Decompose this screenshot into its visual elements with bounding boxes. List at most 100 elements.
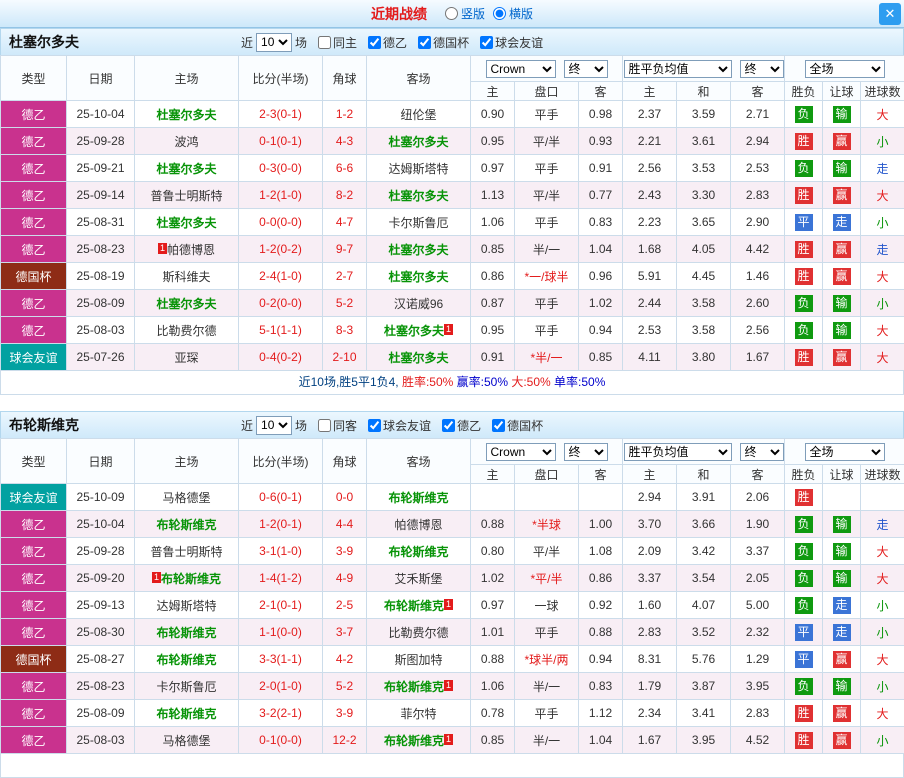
handicap-cell: *半/一 xyxy=(515,344,579,371)
home-team-cell: 布轮斯维克 xyxy=(135,646,239,673)
scope-select[interactable]: 全场 xyxy=(805,60,885,78)
away-team-cell: 杜塞尔多夫 xyxy=(367,182,471,209)
corner-cell: 3-9 xyxy=(323,538,367,565)
euro-final-select[interactable]: 终 xyxy=(740,60,784,78)
same-venue-checkbox[interactable] xyxy=(318,36,331,49)
asian-away-odds-cell: 1.04 xyxy=(579,727,623,754)
handicap-cell: *平/半 xyxy=(515,565,579,592)
goals-result-cell: 走 xyxy=(861,511,904,538)
euro-away-odds-cell: 3.95 xyxy=(731,673,785,700)
euro-draw-odds-cell: 4.05 xyxy=(677,236,731,263)
bookmaker-select[interactable]: Crown xyxy=(486,60,556,78)
layout-vertical-radio[interactable] xyxy=(445,7,458,20)
handicap-result-cell-chip: 输 xyxy=(833,570,851,587)
layout-vertical-option[interactable]: 竖版 xyxy=(445,5,485,22)
date-cell: 25-09-28 xyxy=(67,128,135,155)
handicap-result-cell: 输 xyxy=(823,538,861,565)
league-filter-checkbox[interactable] xyxy=(368,36,381,49)
goals-result-cell: 大 xyxy=(861,317,904,344)
league-filter-option[interactable]: 德乙 xyxy=(368,34,407,51)
away-team-cell: 帕德博恩 xyxy=(367,511,471,538)
euro-home-odds-cell: 2.37 xyxy=(623,101,677,128)
league-filter-option[interactable]: 球会友谊 xyxy=(480,34,543,51)
team-name-text: 帕德博恩 xyxy=(167,243,215,257)
date-cell: 25-08-23 xyxy=(67,673,135,700)
handicap-cell: 平/半 xyxy=(515,128,579,155)
scope-header: 全场 xyxy=(785,439,904,465)
euro-avg-select[interactable]: 胜平负均值 xyxy=(624,60,732,78)
team-name-text: 比勒费尔德 xyxy=(156,324,216,338)
same-venue-checkbox[interactable] xyxy=(318,419,331,432)
wdl-result-cell: 负 xyxy=(785,290,823,317)
league-filter-option[interactable]: 球会友谊 xyxy=(368,417,431,434)
wdl-result-cell-chip: 负 xyxy=(795,322,813,339)
col-header-handicap-result: 让球 xyxy=(823,82,861,101)
league-filter-checkbox[interactable] xyxy=(418,36,431,49)
euro-away-odds-cell: 1.67 xyxy=(731,344,785,371)
home-team-cell: 普鲁士明斯特 xyxy=(135,538,239,565)
col-header-euro-away: 客 xyxy=(731,465,785,484)
date-cell: 25-08-19 xyxy=(67,263,135,290)
league-filter-option[interactable]: 德国杯 xyxy=(418,34,469,51)
team-name-text: 布轮斯维克 xyxy=(156,518,216,532)
league-filter-checkbox[interactable] xyxy=(480,36,493,49)
asian-final-select[interactable]: 终 xyxy=(564,443,608,461)
euro-final-select[interactable]: 终 xyxy=(740,443,784,461)
bookmaker-select[interactable]: Crown xyxy=(486,443,556,461)
league-filter-label: 球会友谊 xyxy=(383,417,431,434)
asian-away-odds-cell: 0.85 xyxy=(579,344,623,371)
asian-home-odds-cell: 1.06 xyxy=(471,673,515,700)
score-cell: 0-3(0-0) xyxy=(239,155,323,182)
match-count-select[interactable]: 10 xyxy=(256,33,292,52)
date-cell: 25-08-27 xyxy=(67,646,135,673)
same-venue-option[interactable]: 同主 xyxy=(318,34,357,51)
corner-cell: 3-9 xyxy=(323,700,367,727)
league-badge-cell: 德乙 xyxy=(1,727,67,754)
corner-cell: 4-3 xyxy=(323,128,367,155)
home-team-cell: 1帕德博恩 xyxy=(135,236,239,263)
team-name-text: 杜塞尔多夫 xyxy=(388,135,448,149)
asian-home-odds-cell: 1.06 xyxy=(471,209,515,236)
col-header-euro-draw: 和 xyxy=(677,82,731,101)
col-header-type: 类型 xyxy=(1,56,67,101)
goals-result-cell: 大 xyxy=(861,646,904,673)
handicap-result-cell-chip: 赢 xyxy=(833,133,851,150)
wdl-result-cell: 胜 xyxy=(785,263,823,290)
filter-near-label: 近 xyxy=(241,34,253,51)
asian-away-odds-cell: 0.83 xyxy=(579,673,623,700)
league-filter-option[interactable]: 德乙 xyxy=(442,417,481,434)
popup-title: 近期战绩 xyxy=(371,4,427,24)
wdl-result-cell-chip: 平 xyxy=(795,624,813,641)
league-filter-checkbox[interactable] xyxy=(368,419,381,432)
layout-horizontal-radio[interactable] xyxy=(493,7,506,20)
euro-avg-select[interactable]: 胜平负均值 xyxy=(624,443,732,461)
date-cell: 25-09-13 xyxy=(67,592,135,619)
same-venue-option[interactable]: 同客 xyxy=(318,417,357,434)
home-team-cell: 达姆斯塔特 xyxy=(135,592,239,619)
handicap-cell: 平手 xyxy=(515,209,579,236)
handicap-cell: 平手 xyxy=(515,155,579,182)
euro-draw-odds-cell: 3.65 xyxy=(677,209,731,236)
summary-segment: 近10场,胜5平1负4, xyxy=(299,375,402,389)
handicap-result-cell: 赢 xyxy=(823,646,861,673)
asian-home-odds-cell: 1.13 xyxy=(471,182,515,209)
league-filter-option[interactable]: 德国杯 xyxy=(492,417,543,434)
asian-away-odds-cell: 0.93 xyxy=(579,128,623,155)
league-filter-checkbox[interactable] xyxy=(442,419,455,432)
close-button[interactable]: ✕ xyxy=(879,3,901,25)
goals-result-cell: 走 xyxy=(861,236,904,263)
score-cell: 2-0(1-0) xyxy=(239,673,323,700)
layout-horizontal-option[interactable]: 横版 xyxy=(493,5,533,22)
match-count-select[interactable]: 10 xyxy=(256,416,292,435)
scope-select[interactable]: 全场 xyxy=(805,443,885,461)
league-filter-checkbox[interactable] xyxy=(492,419,505,432)
euro-home-odds-cell: 2.43 xyxy=(623,182,677,209)
asian-final-select[interactable]: 终 xyxy=(564,60,608,78)
col-header-handicap: 盘口 xyxy=(515,465,579,484)
home-team-cell: 普鲁士明斯特 xyxy=(135,182,239,209)
red-card-badge: 1 xyxy=(444,599,453,610)
score-cell: 1-2(1-0) xyxy=(239,182,323,209)
asian-odds-header: Crown 终 xyxy=(471,56,623,82)
handicap-result-cell-chip: 输 xyxy=(833,543,851,560)
wdl-result-cell-chip: 负 xyxy=(795,106,813,123)
